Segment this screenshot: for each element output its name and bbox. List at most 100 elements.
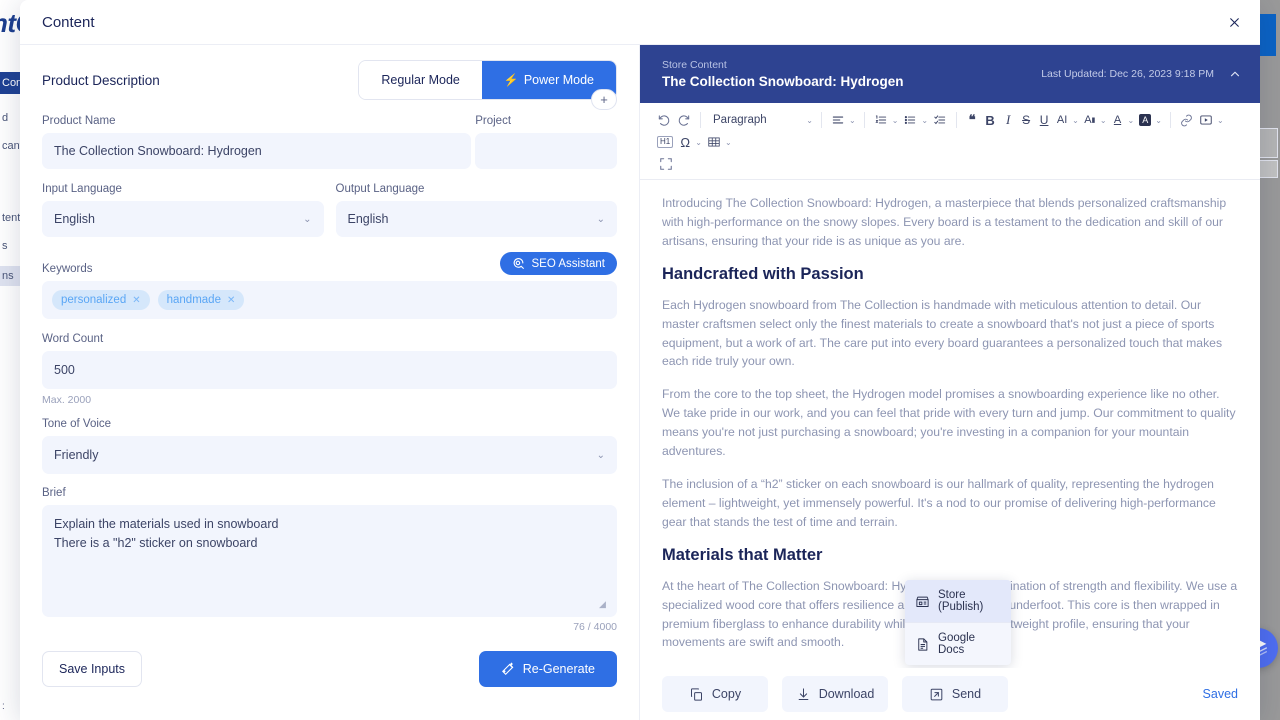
word-count-hint: Max. 2000 (42, 394, 92, 406)
tone-of-voice-label: Tone of Voice (42, 418, 112, 430)
blockquote-icon[interactable]: ❝ (963, 109, 981, 131)
word-count-input[interactable]: 500 (42, 351, 617, 389)
background-nav-item-3[interactable]: tent (0, 212, 20, 224)
store-content-eyebrow: Store Content (662, 59, 727, 71)
font-family-button[interactable]: AI (1053, 109, 1071, 131)
heading-button[interactable]: H1 (654, 131, 676, 153)
undo-icon[interactable] (654, 109, 674, 131)
send-button[interactable]: Send (902, 676, 1008, 712)
lightning-bolt-icon: ⚡ (503, 73, 519, 87)
send-label: Send (951, 687, 982, 701)
background-nav-item-4[interactable]: s (0, 240, 8, 252)
chevron-down-icon: ⌄ (596, 213, 605, 225)
chevron-down-icon: ⌄ (303, 213, 312, 225)
redo-icon[interactable] (674, 109, 694, 131)
menu-item-google-docs[interactable]: Google Docs (905, 623, 1011, 665)
strikethrough-button[interactable]: S (1017, 109, 1035, 131)
input-language-select[interactable]: English ⌄ (42, 201, 324, 237)
highlight-color-button[interactable]: A (1136, 109, 1154, 131)
power-mode-label: Power Mode (523, 73, 594, 87)
block-format-label: Paragraph (713, 114, 767, 126)
font-size-button[interactable]: A ▮ (1081, 109, 1099, 131)
close-icon[interactable]: ✕ (132, 295, 140, 306)
download-icon (796, 687, 811, 702)
checklist-icon[interactable] (930, 109, 950, 131)
background-nav-item-1[interactable]: d (0, 112, 8, 124)
project-input[interactable] (475, 133, 617, 169)
keyword-chip-label: personalized (61, 294, 127, 306)
input-language-label: Input Language (42, 183, 122, 195)
menu-item-label: Google Docs (938, 632, 976, 656)
keywords-input[interactable]: personalized ✕ handmade ✕ (42, 281, 617, 319)
tone-of-voice-value: Friendly (54, 448, 99, 462)
italic-button[interactable]: I (999, 109, 1017, 131)
block-format-select[interactable]: Paragraph ⌄ (707, 114, 815, 126)
toolbar-divider (956, 112, 958, 128)
close-icon[interactable] (1220, 8, 1248, 36)
bold-button[interactable]: B (981, 109, 999, 131)
editor-bottom-bar: Copy Download Send Saved (640, 668, 1260, 720)
chevron-down-icon[interactable]: ⌄ (1099, 116, 1109, 125)
re-generate-button[interactable]: Re-Generate (478, 651, 617, 687)
copy-button[interactable]: Copy (662, 676, 768, 712)
saved-status[interactable]: Saved (1203, 687, 1238, 701)
seo-assistant-label: SEO Assistant (531, 257, 605, 270)
bullet-list-icon[interactable] (900, 109, 920, 131)
download-button[interactable]: Download (782, 676, 888, 712)
link-icon[interactable] (1177, 109, 1196, 131)
product-description-form: Product Description Regular Mode ⚡ Power… (20, 45, 640, 720)
product-name-input[interactable]: The Collection Snowboard: Hydrogen (42, 133, 472, 169)
brief-textarea[interactable]: Explain the materials used in snowboard … (42, 505, 617, 617)
tone-of-voice-group: Tone of Voice Friendly ⌄ (42, 418, 617, 474)
product-name-label: Product Name (42, 115, 116, 127)
heading-label: H1 (657, 136, 674, 148)
save-inputs-button[interactable]: Save Inputs (42, 651, 143, 687)
underline-button[interactable]: U (1035, 109, 1053, 131)
chevron-down-icon[interactable]: ⌄ (1216, 116, 1226, 125)
editor-document[interactable]: Introducing The Collection Snowboard: Hy… (640, 180, 1260, 668)
resize-handle[interactable]: ◢ (599, 600, 608, 609)
plus-icon[interactable]: + (591, 89, 617, 110)
chevron-down-icon[interactable]: ⌄ (694, 138, 704, 147)
chevron-down-icon[interactable]: ⌄ (724, 138, 734, 147)
heading: Handcrafted with Passion (662, 264, 864, 283)
omega-icon[interactable]: Ω (676, 131, 694, 153)
ordered-list-icon[interactable] (871, 109, 891, 131)
copy-icon (689, 687, 704, 702)
store-content-header: Store Content The Collection Snowboard: … (640, 45, 1260, 103)
export-context-menu: Store (Publish) Google Docs (905, 580, 1011, 665)
output-language-label: Output Language (335, 183, 425, 195)
table-icon[interactable] (704, 131, 724, 153)
toolbar-divider (821, 112, 822, 128)
chevron-down-icon: ⌄ (596, 449, 605, 461)
project-group: Project + (475, 89, 617, 169)
fullscreen-icon[interactable] (656, 153, 676, 175)
regular-mode-button[interactable]: Regular Mode (359, 61, 482, 99)
media-icon[interactable] (1196, 109, 1216, 131)
output-language-select[interactable]: English ⌄ (335, 201, 617, 237)
tone-of-voice-select[interactable]: Friendly ⌄ (42, 436, 617, 474)
close-icon[interactable]: ✕ (227, 295, 235, 306)
keywords-label: Keywords (42, 263, 93, 275)
word-count-label: Word Count (42, 333, 104, 345)
font-size-label: A (1084, 114, 1092, 126)
send-arrow-icon (929, 687, 944, 702)
chevron-down-icon[interactable]: ⌄ (848, 116, 858, 125)
paragraph: From the core to the top sheet, the Hydr… (662, 387, 1236, 459)
seo-assistant-button[interactable]: SEO Assistant (500, 252, 617, 275)
input-language-value: English (54, 212, 95, 226)
chevron-down-icon[interactable]: ⌄ (1154, 116, 1164, 125)
align-left-icon[interactable] (828, 109, 848, 131)
chevron-down-icon[interactable]: ⌄ (1071, 116, 1081, 125)
menu-item-store-publish[interactable]: Store (Publish) (905, 580, 1011, 622)
menu-item-label: Store (Publish) (938, 589, 984, 613)
chevron-up-icon[interactable] (1228, 67, 1242, 81)
text-color-button[interactable]: A (1109, 109, 1127, 131)
input-language-group: Input Language English ⌄ (42, 183, 324, 237)
chevron-down-icon[interactable]: ⌄ (891, 116, 901, 125)
keywords-header: Keywords SEO Assistant (42, 251, 617, 275)
keyword-chip-label: handmade (166, 294, 221, 306)
chevron-down-icon[interactable]: ⌄ (920, 116, 930, 125)
chevron-down-icon[interactable]: ⌄ (1127, 116, 1137, 125)
magic-wand-icon (501, 662, 515, 676)
